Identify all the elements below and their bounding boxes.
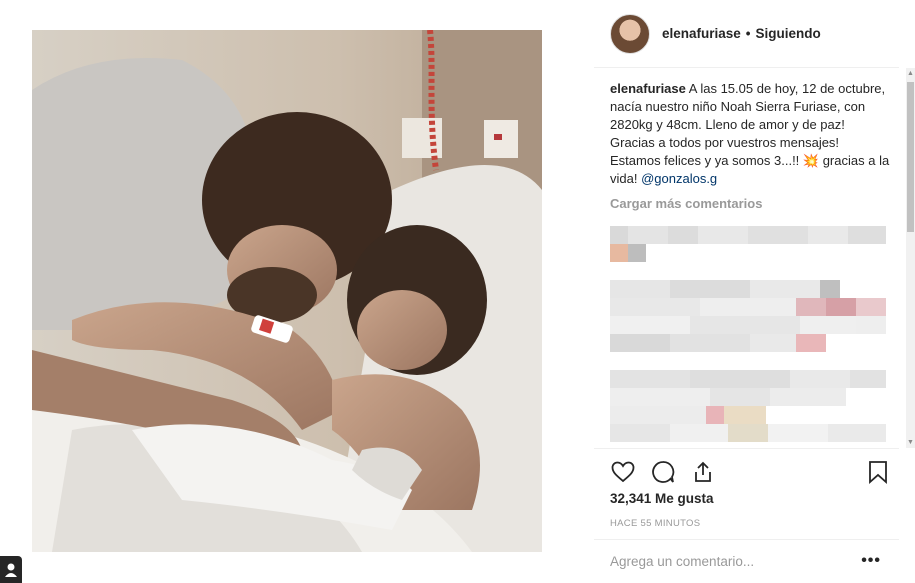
scroll-down-icon[interactable]: ▼	[907, 439, 914, 446]
load-more-comments-button[interactable]: Cargar más comentarios	[610, 195, 890, 213]
likes-count[interactable]: 32,341 Me gusta	[610, 491, 714, 506]
follow-button[interactable]: Siguiendo	[756, 26, 821, 41]
caption: elenafuriase A las 15.05 de hoy, 12 de o…	[610, 80, 890, 188]
comment-input[interactable]	[610, 554, 850, 569]
separator-dot: •	[745, 26, 751, 41]
scroll-up-icon[interactable]: ▲	[907, 70, 914, 77]
post-header: elenafuriase • Siguiendo	[594, 0, 899, 68]
action-bar: 32,341 Me gusta HACE 55 MINUTOS •••	[594, 448, 899, 582]
action-icons	[610, 459, 716, 485]
more-options-button[interactable]: •••	[861, 552, 881, 570]
blurred-comments	[610, 226, 886, 442]
scroll-thumb[interactable]	[907, 82, 914, 232]
post-sidebar: elenafuriase • Siguiendo elenafuriase A …	[594, 0, 915, 583]
caption-username[interactable]: elenafuriase	[610, 81, 686, 96]
comments-section: elenafuriase A las 15.05 de hoy, 12 de o…	[610, 80, 890, 442]
user-profile-icon[interactable]	[0, 556, 22, 583]
comments-scrollbar[interactable]: ▲ ▼	[906, 68, 915, 448]
mention-link[interactable]: @gonzalos.g	[641, 171, 717, 186]
share-icon[interactable]	[690, 459, 716, 485]
avatar[interactable]	[610, 13, 650, 54]
post-photo[interactable]	[32, 30, 542, 552]
bookmark-icon[interactable]	[865, 459, 891, 485]
add-comment-row: •••	[594, 539, 899, 583]
header-text: elenafuriase • Siguiendo	[662, 26, 821, 41]
heart-icon[interactable]	[610, 459, 636, 485]
post-timestamp[interactable]: HACE 55 MINUTOS	[610, 518, 700, 529]
speech-bubble-icon[interactable]	[650, 459, 676, 485]
username-link[interactable]: elenafuriase	[662, 26, 741, 41]
collision-emoji-icon: 💥	[802, 153, 820, 168]
